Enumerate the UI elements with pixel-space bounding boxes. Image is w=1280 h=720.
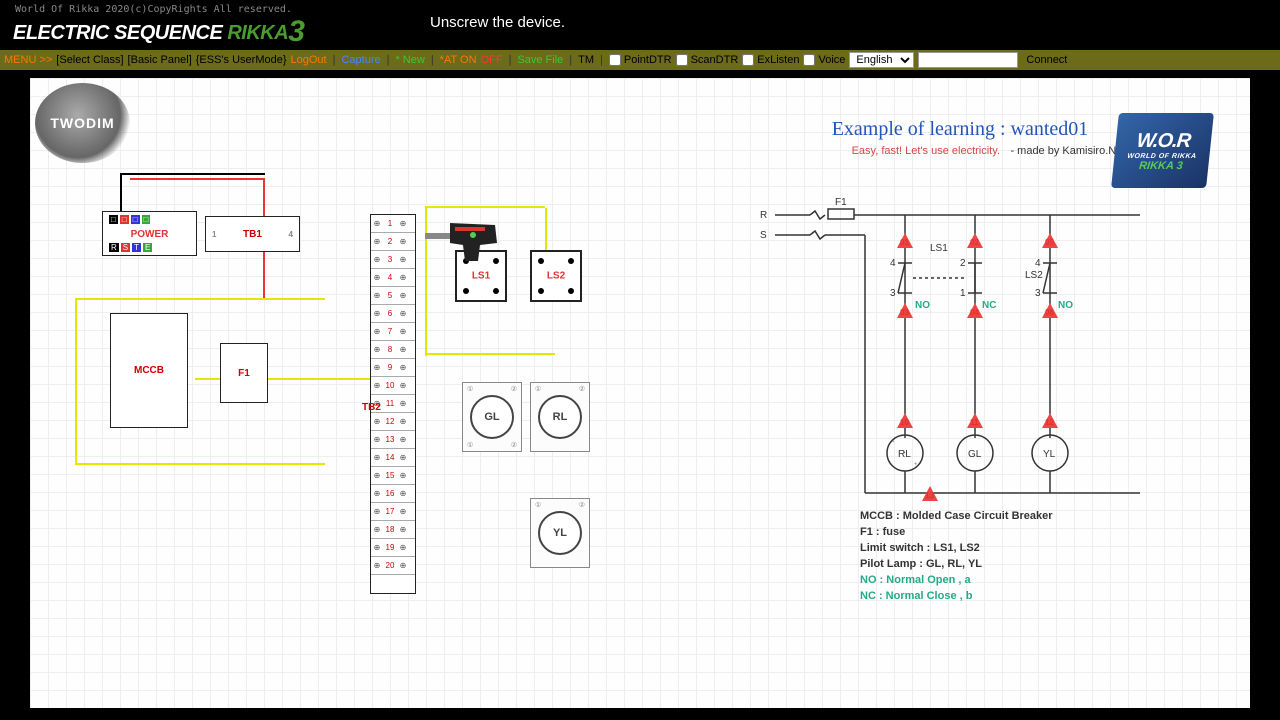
canvas-area: TWODIM □ □ □ □ POWER R S T E (0, 70, 1280, 720)
schematic-subtitle: Easy, fast! Let's use electricity. (852, 145, 1000, 157)
svg-text:LS1: LS1 (930, 243, 948, 254)
chk-scandtr[interactable]: ScanDTR (676, 54, 739, 66)
menu-capture[interactable]: Capture (341, 54, 380, 66)
lamp-yl[interactable]: YL (538, 511, 582, 555)
comp-power[interactable]: □ □ □ □ POWER R S T E (102, 211, 197, 256)
twodim-badge: TWODIM (35, 83, 130, 163)
drawing-canvas[interactable]: TWODIM □ □ □ □ POWER R S T E (30, 78, 1250, 708)
svg-text:05: 05 (1045, 238, 1054, 247)
comp-mccb[interactable]: MCCB (110, 313, 188, 428)
svg-text:GL: GL (968, 449, 982, 460)
svg-text:12: 12 (1045, 418, 1054, 427)
svg-text:S: S (760, 230, 767, 241)
menu-user-mode[interactable]: {ESS's UserMode} (196, 54, 287, 66)
svg-text:10: 10 (900, 418, 909, 427)
svg-text:NO: NO (915, 300, 930, 311)
menu-new[interactable]: * New (395, 54, 424, 66)
svg-text:01: 01 (900, 238, 909, 247)
app-title: ELECTRIC SEQUENCE RIKKA3 (13, 15, 304, 49)
chk-pointdtr[interactable]: PointDTR (609, 54, 672, 66)
schematic-author: - made by Kamisiro.Nau (1010, 145, 1128, 157)
svg-text:3: 3 (890, 288, 896, 299)
menu-basic-panel[interactable]: [Basic Panel] (128, 54, 192, 66)
svg-text:04: 04 (970, 308, 979, 317)
wor-logo: W.O.R WORLD OF RIKKA RIKKA 3 (1111, 113, 1214, 188)
svg-text:02: 02 (970, 238, 979, 247)
copyright-text: World Of Rikka 2020(c)CopyRights All res… (15, 4, 292, 15)
comp-f1[interactable]: F1 (220, 343, 268, 403)
svg-text:3: 3 (1035, 288, 1041, 299)
menu-logout[interactable]: LogOut (291, 54, 327, 66)
hint-text: Unscrew the device. (430, 14, 565, 31)
svg-text:NO: NO (1058, 300, 1073, 311)
menu-off[interactable]: OFF (481, 54, 503, 66)
comp-ls1[interactable]: LS1 (455, 250, 507, 302)
svg-text:RL: RL (898, 449, 911, 460)
lang-select[interactable]: English (849, 52, 914, 68)
menu-bar: MENU >> [Select Class] [Basic Panel] {ES… (0, 50, 1280, 70)
svg-text:F1: F1 (835, 197, 847, 208)
svg-text:YL: YL (1043, 449, 1056, 460)
lamp-gl[interactable]: GL (470, 395, 514, 439)
svg-text:1: 1 (960, 288, 966, 299)
comp-ls2[interactable]: LS2 (530, 250, 582, 302)
connect-input[interactable] (918, 52, 1018, 68)
svg-text:11: 11 (970, 418, 979, 427)
svg-text:NC: NC (982, 300, 996, 311)
svg-text:2: 2 (960, 258, 966, 269)
lamp-rl[interactable]: RL (538, 395, 582, 439)
comp-tb1[interactable]: 1 TB1 4 (205, 216, 300, 252)
legend: MCCB : Molded Case Circuit Breaker F1 : … (860, 508, 1053, 604)
svg-text:4: 4 (890, 258, 896, 269)
svg-text:06: 06 (1045, 308, 1054, 317)
chk-voice[interactable]: Voice (803, 54, 845, 66)
app-header: World Of Rikka 2020(c)CopyRights All res… (0, 0, 1280, 50)
svg-text:13: 13 (925, 491, 934, 500)
menu-prefix: MENU >> (4, 54, 52, 66)
menu-save[interactable]: Save File (517, 54, 563, 66)
svg-text:LS2: LS2 (1025, 270, 1043, 281)
chk-exlisten[interactable]: ExListen (742, 54, 799, 66)
menu-tm[interactable]: TM (578, 54, 594, 66)
menu-select-class[interactable]: [Select Class] (56, 54, 123, 66)
connect-button[interactable]: Connect (1022, 54, 1071, 66)
svg-text:03: 03 (900, 308, 909, 317)
svg-text:4: 4 (1035, 258, 1041, 269)
schematic-diagram: R S F1 LS1 4 3 2 (750, 193, 1170, 503)
svg-text:R: R (760, 210, 767, 221)
menu-at-on[interactable]: *AT ON (440, 54, 477, 66)
